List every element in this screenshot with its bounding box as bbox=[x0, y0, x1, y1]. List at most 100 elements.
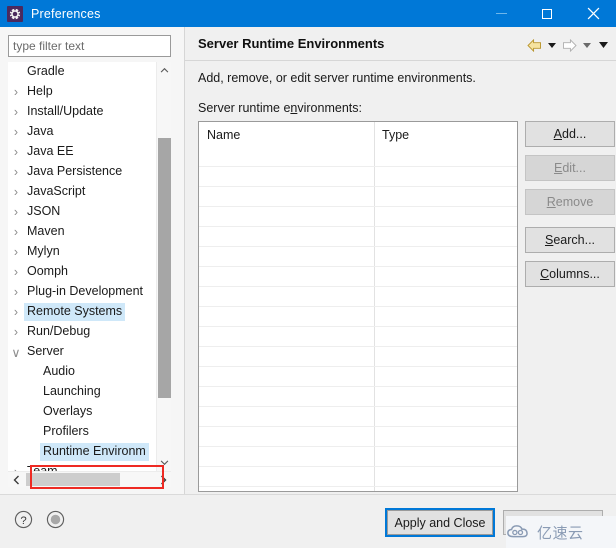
tree-item-gradle[interactable]: Gradle bbox=[8, 62, 156, 82]
add-button[interactable]: Add... bbox=[525, 121, 615, 147]
chevron-right-icon[interactable]: › bbox=[8, 85, 24, 99]
search-button[interactable]: Search... bbox=[525, 227, 615, 253]
table-label-post: vironments: bbox=[297, 101, 362, 115]
forward-history-chevron-down-icon[interactable] bbox=[580, 36, 594, 54]
columns-button[interactable]: Columns... bbox=[525, 261, 615, 287]
tree-item-mylyn[interactable]: › Mylyn bbox=[8, 242, 156, 262]
title-separator bbox=[185, 60, 616, 61]
close-icon[interactable] bbox=[570, 0, 616, 27]
table-row[interactable] bbox=[199, 167, 517, 187]
scroll-down-icon[interactable] bbox=[157, 455, 171, 471]
chevron-right-icon[interactable]: › bbox=[8, 265, 24, 279]
tree-item-server[interactable]: ∨ Server bbox=[8, 342, 156, 362]
preferences-sidebar: Gradle›Help›Install/Update›Java›Java EE›… bbox=[0, 27, 184, 494]
table-row[interactable] bbox=[199, 247, 517, 267]
scrollbar-thumb[interactable] bbox=[158, 138, 171, 398]
tree-item-run-debug[interactable]: › Run/Debug bbox=[8, 322, 156, 342]
chevron-right-icon[interactable]: › bbox=[8, 245, 24, 259]
tree-horizontal-scrollbar[interactable] bbox=[8, 471, 171, 487]
table-row[interactable] bbox=[199, 447, 517, 467]
scroll-right-icon[interactable] bbox=[155, 472, 171, 487]
tree-item-oomph[interactable]: › Oomph bbox=[8, 262, 156, 282]
scroll-left-icon[interactable] bbox=[8, 472, 24, 487]
tree-item-list: Gradle › Help › Install/Update › Java › Java EE ›… bbox=[8, 62, 156, 471]
window-title: Preferences bbox=[31, 6, 101, 21]
table-row[interactable] bbox=[199, 307, 517, 327]
svg-text:?: ? bbox=[20, 514, 26, 526]
table-row[interactable] bbox=[199, 407, 517, 427]
tree-item-profilers[interactable]: Profilers bbox=[8, 422, 156, 442]
tree-item-java-persistence[interactable]: › Java Persistence bbox=[8, 162, 156, 182]
button-label-mnemonic: R bbox=[546, 195, 556, 209]
tree-item-label: Audio bbox=[43, 364, 75, 378]
tree-item-maven[interactable]: › Maven bbox=[8, 222, 156, 242]
tree-item-json[interactable]: › JSON bbox=[8, 202, 156, 222]
tree-vertical-scrollbar[interactable] bbox=[156, 62, 171, 471]
chevron-right-icon[interactable]: › bbox=[8, 185, 24, 199]
table-row[interactable] bbox=[199, 327, 517, 347]
table-row[interactable] bbox=[199, 207, 517, 227]
back-history-chevron-down-icon[interactable] bbox=[545, 36, 559, 54]
chevron-down-icon[interactable]: ∨ bbox=[8, 345, 24, 360]
column-header-name[interactable]: Name bbox=[199, 122, 374, 147]
apply-and-close-button[interactable]: Apply and Close bbox=[385, 508, 495, 537]
tree-item-label: Java Persistence bbox=[27, 164, 123, 178]
restore-defaults-icon[interactable] bbox=[44, 508, 66, 530]
tree-item-overlays[interactable]: Overlays bbox=[8, 402, 156, 422]
table-row[interactable] bbox=[199, 367, 517, 387]
chevron-right-icon[interactable]: › bbox=[8, 125, 24, 139]
gear-icon bbox=[7, 5, 23, 22]
tree-item-team[interactable]: ›Team bbox=[8, 462, 156, 471]
button-label-post: earch... bbox=[553, 233, 596, 247]
tree-item-javascript[interactable]: › JavaScript bbox=[8, 182, 156, 202]
chevron-right-icon[interactable]: › bbox=[8, 105, 24, 119]
table-row[interactable] bbox=[199, 267, 517, 287]
table-row[interactable] bbox=[199, 227, 517, 247]
forward-arrow-icon[interactable] bbox=[561, 36, 578, 54]
tree-item-java[interactable]: › Java bbox=[8, 122, 156, 142]
table-row[interactable] bbox=[199, 147, 517, 167]
tree-item-install-update[interactable]: › Install/Update bbox=[8, 102, 156, 122]
minimize-icon[interactable] bbox=[478, 0, 524, 27]
cloud-logo-icon bbox=[507, 525, 528, 538]
tree-item-label: Team bbox=[27, 464, 58, 471]
tree-item-remote-systems[interactable]: › Remote Systems bbox=[8, 302, 156, 322]
remove-button: Remove bbox=[525, 189, 615, 215]
chevron-right-icon[interactable]: › bbox=[8, 285, 24, 299]
chevron-right-icon[interactable]: › bbox=[8, 325, 24, 339]
scroll-up-icon[interactable] bbox=[157, 62, 171, 78]
chevron-right-icon[interactable]: › bbox=[8, 305, 24, 319]
table-row[interactable] bbox=[199, 347, 517, 367]
table-header-row: Name Type bbox=[199, 122, 517, 147]
back-arrow-icon[interactable] bbox=[526, 36, 543, 54]
watermark-overlay: 亿速云 bbox=[506, 516, 616, 548]
view-menu-icon[interactable] bbox=[596, 36, 610, 54]
chevron-right-icon[interactable]: › bbox=[8, 165, 24, 179]
window-controls bbox=[478, 0, 616, 27]
table-row[interactable] bbox=[199, 287, 517, 307]
column-header-type[interactable]: Type bbox=[374, 122, 517, 147]
button-label-mnemonic: C bbox=[540, 267, 550, 281]
search-input[interactable] bbox=[8, 35, 171, 57]
tree-item-help[interactable]: › Help bbox=[8, 82, 156, 102]
table-row[interactable] bbox=[199, 187, 517, 207]
table-row[interactable] bbox=[199, 467, 517, 487]
chevron-right-icon[interactable]: › bbox=[8, 145, 24, 159]
tree-item-java-ee[interactable]: › Java EE bbox=[8, 142, 156, 162]
tree-item-label: Install/Update bbox=[27, 104, 104, 118]
table-row[interactable] bbox=[199, 427, 517, 447]
help-icon[interactable]: ? bbox=[12, 508, 34, 530]
scrollbar-thumb-horizontal[interactable] bbox=[26, 473, 120, 486]
tree-item-runtime-environm[interactable]: Runtime Environm bbox=[8, 442, 156, 462]
chevron-right-icon[interactable]: › bbox=[8, 225, 24, 239]
chevron-right-icon[interactable]: › bbox=[8, 205, 24, 219]
runtime-environments-table[interactable]: Name Type bbox=[198, 121, 518, 492]
tree-item-plug-in-development[interactable]: › Plug-in Development bbox=[8, 282, 156, 302]
tree-item-audio[interactable]: Audio bbox=[8, 362, 156, 382]
tree-item-launching[interactable]: Launching bbox=[8, 382, 156, 402]
filter-field-wrapper bbox=[8, 35, 171, 57]
tree-item-label: Server bbox=[27, 344, 64, 358]
maximize-icon[interactable] bbox=[524, 0, 570, 27]
table-row[interactable] bbox=[199, 387, 517, 407]
tree-item-label: Gradle bbox=[27, 64, 65, 78]
